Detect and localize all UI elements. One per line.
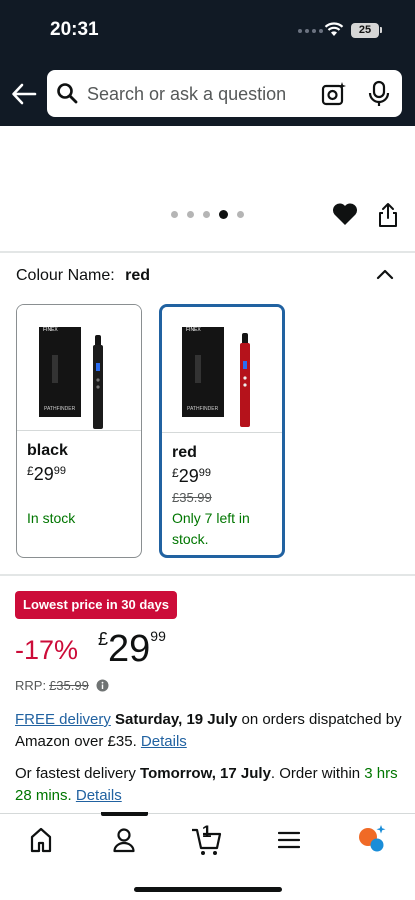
colour-label: Colour Name: [16,267,115,284]
cart-count: 1 [202,822,212,841]
home-indicator [134,887,282,892]
stock-status: Only 7 left in stock. [172,510,250,547]
status-time: 20:31 [50,19,99,40]
colour-option-price: £2999 [27,464,66,484]
product-thumbnail: FINEX PATHFINDER [17,305,141,431]
rufus-chat-icon[interactable] [357,824,387,854]
search-input[interactable]: Search or ask a question [87,84,286,105]
carousel-dot[interactable] [187,211,194,218]
share-icon[interactable] [375,201,401,229]
product-brand-mark: FINEX [186,327,201,333]
heart-icon[interactable] [331,201,359,227]
menu-icon[interactable] [278,830,300,850]
rrp-value: £35.99 [49,678,89,693]
carousel-dot-active[interactable] [219,210,228,219]
search-icon [57,83,78,104]
free-delivery-info: FREE delivery Saturday, 19 July on order… [15,709,405,753]
carousel-dots[interactable] [171,210,244,219]
product-image: FINEX PATHFINDER [182,327,250,427]
deal-badge: Lowest price in 30 days [15,591,177,619]
active-tab-indicator [101,812,148,816]
chevron-up-icon[interactable] [375,266,395,282]
fastest-delivery-date: Tomorrow, 17 July [140,765,271,782]
details-link[interactable]: Details [76,787,122,804]
colour-name-row: Colour Name: red [16,267,150,285]
product-brand-mark: FINEX [43,327,58,333]
carousel-dot[interactable] [171,211,178,218]
rrp-label: RRP: [15,678,47,693]
free-delivery-link[interactable]: FREE delivery [15,711,111,728]
stock-status: In stock [27,510,76,526]
battery-tip [380,27,382,33]
colour-option-black[interactable]: FINEX PATHFINDER black £2999 In stock [16,304,142,558]
product-thumbnail: FINEX PATHFINDER [162,307,282,433]
divider [0,574,415,576]
colour-option-red[interactable]: FINEX PATHFINDER red £2999 £35.99 Only 7… [159,304,285,558]
search-bar[interactable]: Search or ask a question [47,70,402,117]
colour-option-name: red [172,444,197,461]
product-model-mark: PATHFINDER [44,406,76,412]
carousel-dot[interactable] [203,211,210,218]
current-price: £2999 [98,628,166,670]
camera-lens-icon[interactable] [321,81,347,107]
info-icon[interactable] [96,679,109,692]
microphone-icon[interactable] [367,80,391,108]
home-icon[interactable] [29,826,53,854]
divider [0,251,415,253]
bottom-navigation: 1 [0,812,415,900]
discount-percent: -17% [15,635,79,665]
colour-option-name: black [27,442,68,459]
colour-option-price: £2999 [172,466,211,486]
top-bar: 20:31 25 Search or ask a question [0,0,415,126]
carousel-dot[interactable] [237,211,244,218]
fastest-delivery-prefix: Or fastest delivery [15,765,136,782]
product-image: FINEX PATHFINDER [39,327,103,429]
cart-button[interactable]: 1 [191,822,223,856]
cellular-signal-icon [298,29,323,33]
fastest-delivery-info: Or fastest delivery Tomorrow, 17 July. O… [15,763,405,807]
details-link[interactable]: Details [141,733,187,750]
fastest-delivery-order: . Order within [270,765,361,782]
free-delivery-date: Saturday, 19 July [115,711,238,728]
colour-selected-value: red [125,267,151,284]
back-arrow-icon[interactable] [10,80,38,108]
product-model-mark: PATHFINDER [187,406,219,412]
account-icon[interactable] [112,826,136,854]
wifi-icon [324,22,344,36]
rrp-row: RRP: £35.99 [15,678,109,693]
battery-indicator: 25 [351,23,379,38]
colour-option-was-price: £35.99 [172,490,212,505]
